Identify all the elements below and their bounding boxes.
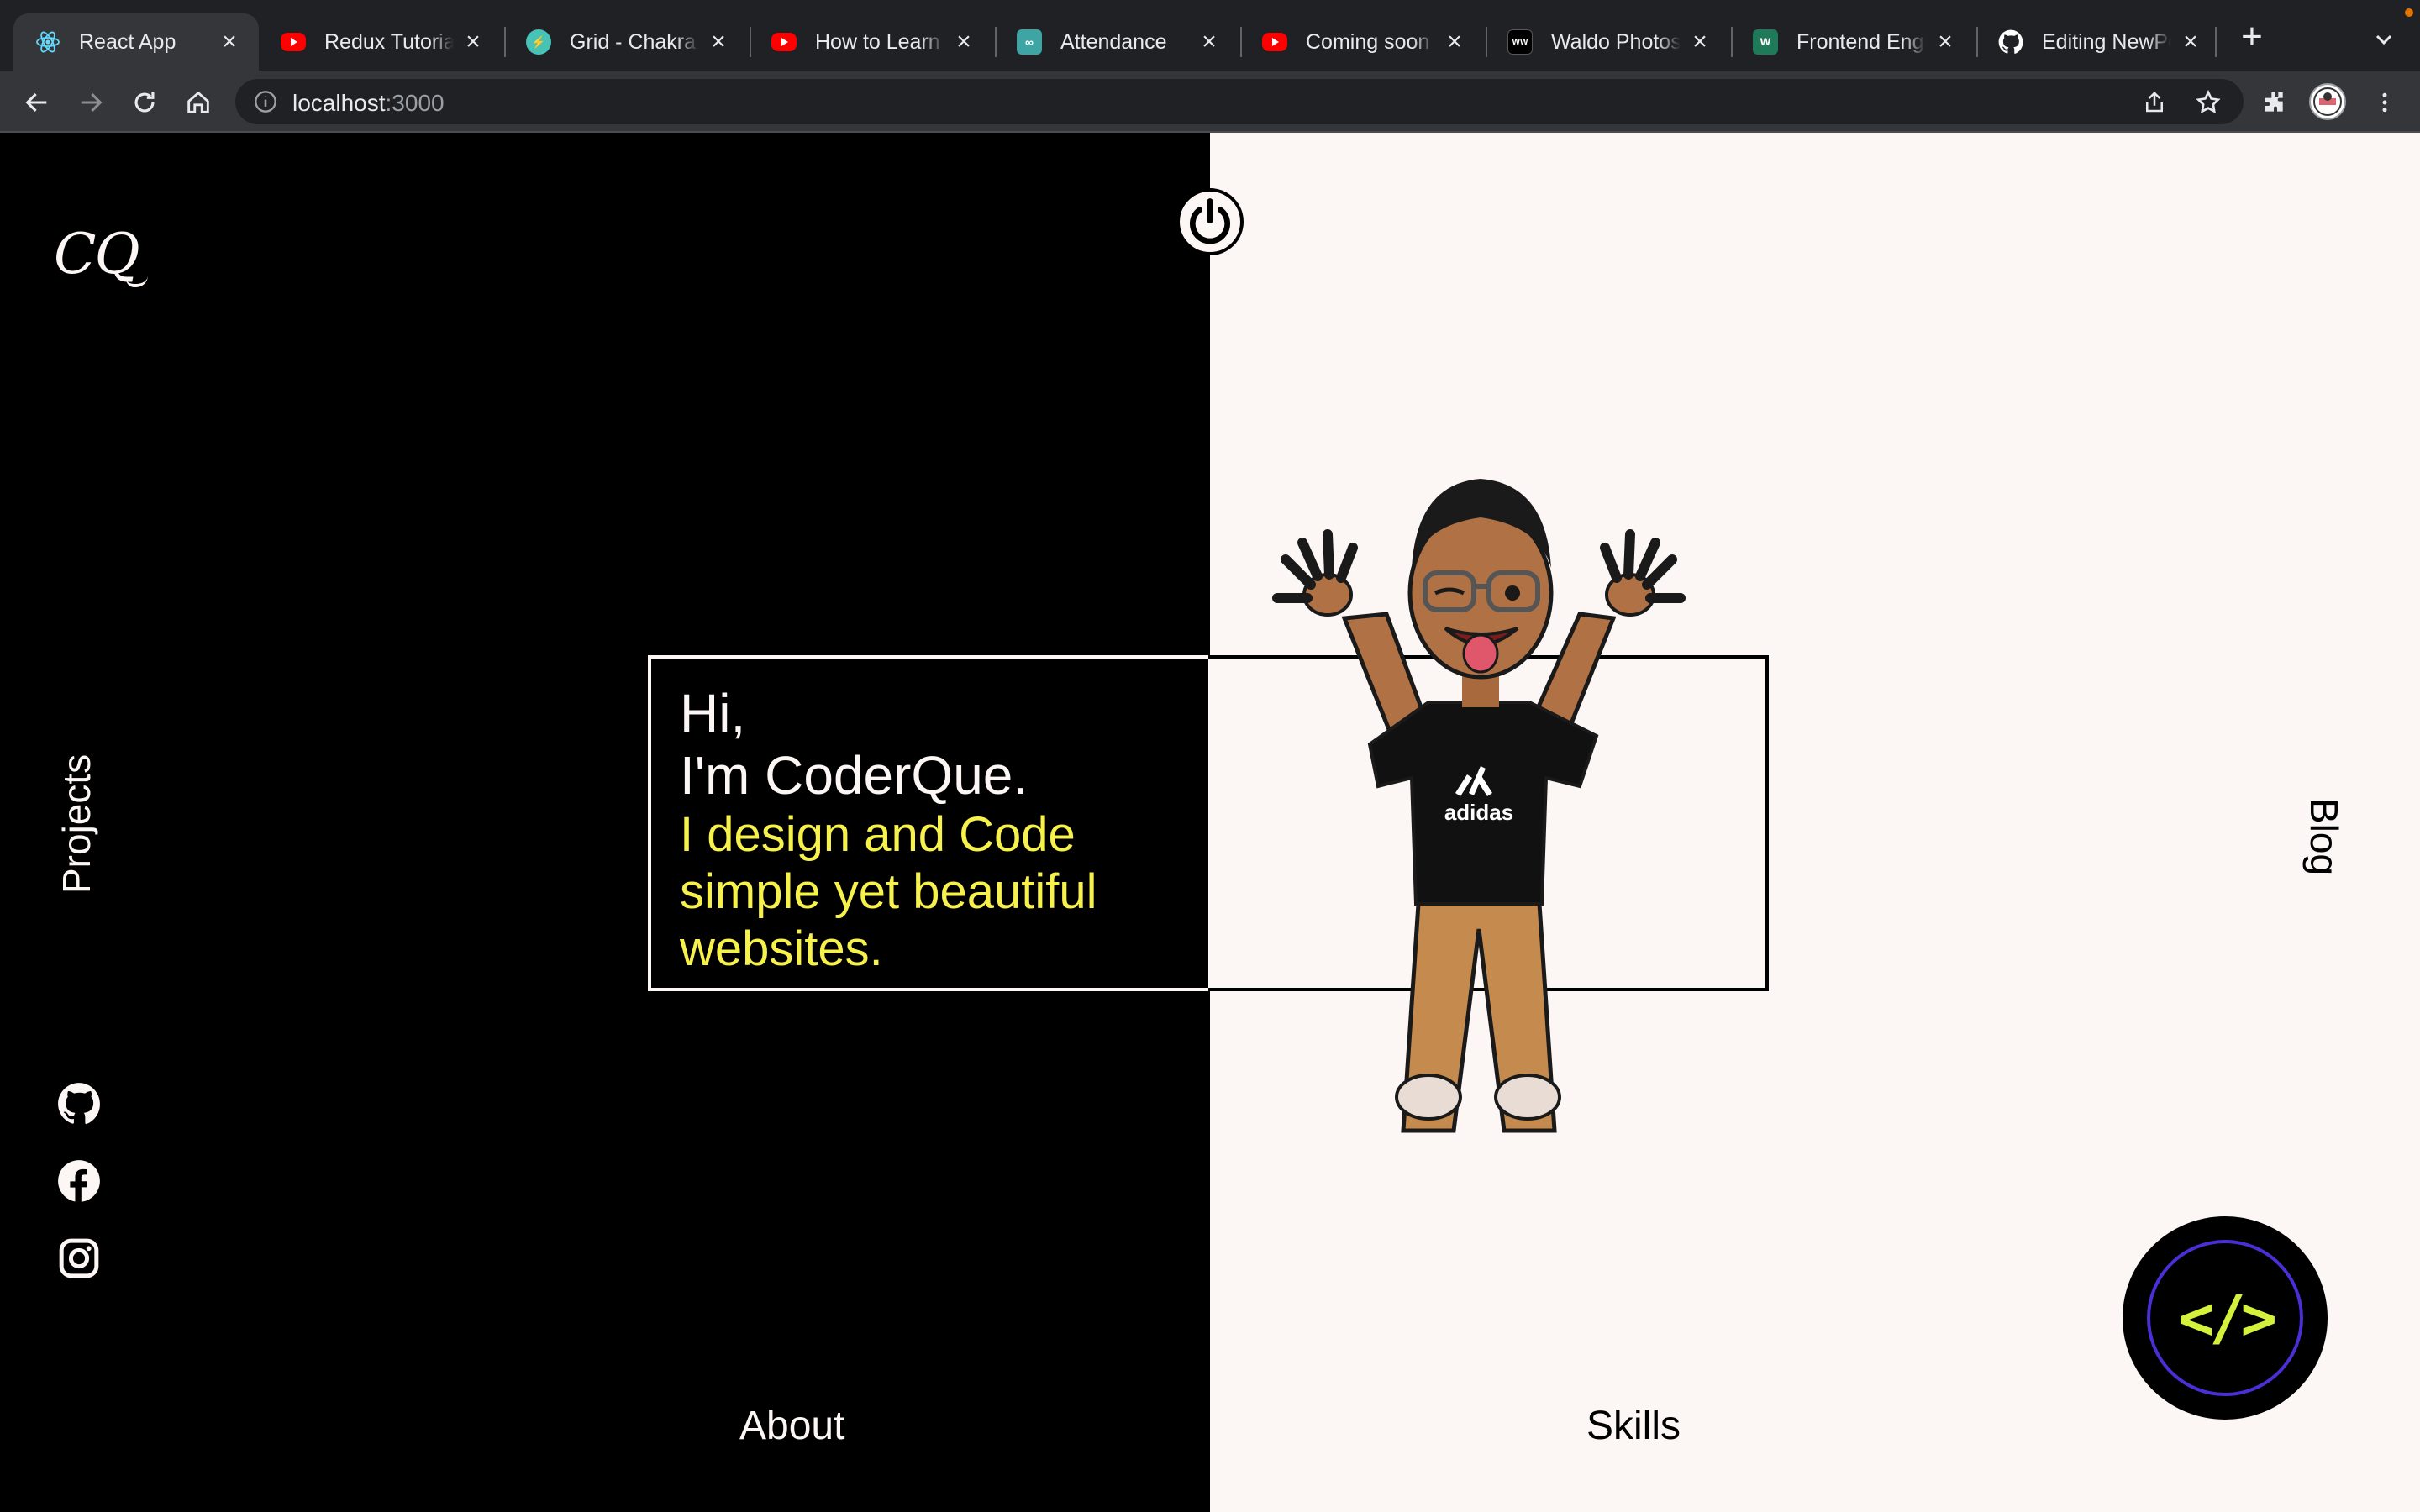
page-viewport: CQ Projects Blog About Skills Hi, I'm Co… — [0, 133, 2420, 1512]
tab-title: React App — [79, 29, 176, 54]
close-icon[interactable]: × — [953, 29, 975, 55]
back-button[interactable] — [20, 86, 54, 119]
tab-redux-tutorial[interactable]: Redux Tutorial × — [259, 13, 502, 71]
youtube-icon — [771, 33, 797, 51]
home-icon — [187, 91, 209, 113]
notification-dot — [2405, 8, 2413, 17]
tab-how-to-learn[interactable]: How to Learn × — [750, 13, 993, 71]
github-icon — [58, 1083, 100, 1125]
url-port: :3000 — [385, 90, 445, 116]
tab-title: Grid - Chakra — [570, 29, 697, 54]
power-icon — [1189, 198, 1231, 244]
intro-text-panel: Hi, I'm CoderQue. I design and Code simp… — [651, 659, 1209, 988]
tab-title: Coming soon — [1306, 29, 1430, 54]
github-link[interactable] — [57, 1082, 101, 1126]
github-icon — [1998, 29, 2023, 55]
react-icon — [35, 29, 60, 55]
close-icon[interactable]: × — [1444, 29, 1465, 55]
upwork-icon: w — [1753, 29, 1778, 55]
instagram-link[interactable] — [57, 1236, 101, 1280]
tab-waldo-photos[interactable]: WW Waldo Photos × — [1486, 13, 1729, 71]
nav-projects-link[interactable]: Projects — [54, 754, 99, 894]
tab-title: Frontend Engi — [1797, 29, 1926, 54]
tab-frontend-engineer[interactable]: w Frontend Engi × — [1731, 13, 1975, 71]
address-bar[interactable]: localhost:3000 — [235, 79, 2244, 124]
new-tab-button[interactable]: + — [2235, 18, 2269, 55]
tab-strip: React App × Redux Tutorial × ⚡ Grid - Ch… — [0, 0, 2420, 71]
site-logo[interactable]: CQ — [54, 222, 148, 287]
youtube-icon — [281, 33, 306, 51]
extensions-button[interactable] — [2257, 86, 2291, 119]
close-icon[interactable]: × — [218, 29, 240, 55]
forward-button[interactable] — [74, 86, 108, 119]
link-icon: ∞ — [1017, 29, 1042, 55]
intro-name: I'm CoderQue. — [680, 745, 1028, 806]
browser-toolbar: localhost:3000 — [0, 71, 2420, 133]
close-icon[interactable]: × — [462, 29, 484, 55]
tab-title: Editing NewPo — [2042, 29, 2171, 54]
url-host: localhost — [292, 90, 386, 116]
waldo-icon: WW — [1507, 29, 1533, 55]
home-button[interactable] — [182, 86, 215, 119]
close-icon[interactable]: × — [2180, 29, 2202, 55]
tab-title: Waldo Photos — [1551, 29, 1681, 54]
tab-title: Redux Tutorial — [324, 29, 454, 54]
facebook-link[interactable] — [57, 1159, 101, 1203]
theme-power-button[interactable] — [1176, 188, 1244, 255]
url-text: localhost:3000 — [292, 90, 445, 117]
nav-blog-link[interactable]: Blog — [2302, 798, 2347, 875]
nav-skills-link[interactable]: Skills — [1586, 1403, 1681, 1449]
menu-button[interactable] — [2368, 86, 2402, 119]
close-icon[interactable]: × — [1689, 29, 1711, 55]
arrow-left-icon — [25, 92, 47, 113]
kebab-menu-icon — [2382, 92, 2387, 113]
arrow-right-icon — [81, 92, 103, 113]
puzzle-icon — [2265, 92, 2283, 112]
info-icon[interactable] — [254, 90, 277, 113]
close-icon[interactable]: × — [1934, 29, 1956, 55]
tab-title: How to Learn — [815, 29, 940, 54]
youtube-icon — [1262, 33, 1287, 51]
tab-coming-soon[interactable]: Coming soon × — [1240, 13, 1484, 71]
profile-avatar[interactable] — [2309, 83, 2346, 120]
share-icon — [2146, 91, 2163, 113]
tab-grid-chakra[interactable]: ⚡ Grid - Chakra × — [504, 13, 748, 71]
code-badge-button[interactable]: </> — [2123, 1216, 2328, 1420]
tab-editing-newpost[interactable]: Editing NewPo × — [1976, 13, 2220, 71]
avatar-icon — [2313, 87, 2342, 116]
instagram-icon — [59, 1238, 99, 1278]
tab-search-button[interactable] — [2370, 25, 2398, 54]
nav-about-link[interactable]: About — [739, 1403, 844, 1449]
bookmark-button[interactable] — [2191, 86, 2225, 119]
avatar-illustration: adidas — [1272, 479, 1686, 1133]
chakra-icon: ⚡ — [526, 29, 551, 55]
share-button[interactable] — [2138, 86, 2171, 119]
svg-text:adidas: adidas — [1444, 800, 1513, 825]
reload-icon — [134, 92, 155, 113]
star-icon — [2196, 89, 2221, 113]
tab-title: Attendance — [1060, 29, 1167, 54]
close-icon[interactable]: × — [708, 29, 729, 55]
close-icon[interactable]: × — [1198, 29, 1220, 55]
code-badge-text: </> — [2147, 1240, 2303, 1396]
tab-react-app[interactable]: React App × — [13, 13, 259, 71]
intro-tagline: I design and Code simple yet beautiful w… — [680, 807, 1097, 976]
tab-attendance[interactable]: ∞ Attendance × — [995, 13, 1239, 71]
facebook-icon — [58, 1160, 100, 1203]
greeting: Hi, — [680, 683, 746, 743]
chevron-down-icon — [2375, 34, 2392, 45]
reload-button[interactable] — [128, 86, 161, 119]
tab-separator — [2215, 27, 2217, 57]
